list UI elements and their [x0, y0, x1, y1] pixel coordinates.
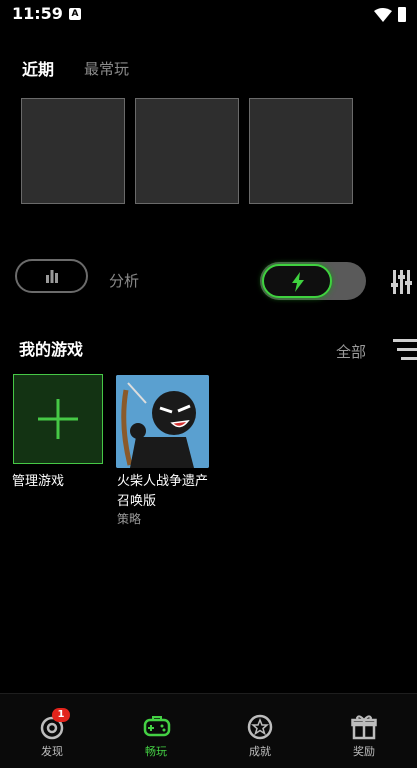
gamepad-icon — [143, 716, 171, 737]
recent-game-slot[interactable] — [21, 98, 125, 204]
manage-games-button[interactable] — [13, 374, 103, 464]
tab-recent[interactable]: 近期 — [22, 56, 54, 80]
nav-item-rewards[interactable]: 奖励 — [312, 694, 416, 768]
boost-toggle[interactable] — [260, 262, 366, 300]
nav-item-play[interactable]: 畅玩 — [104, 694, 208, 768]
recent-game-slot[interactable] — [135, 98, 239, 204]
game-title[interactable]: 火柴人战争遗产召唤版 — [117, 472, 217, 512]
nav-item-achievements[interactable]: 成就 — [208, 694, 312, 768]
list-menu-icon[interactable] — [393, 338, 417, 362]
nav-label-rewards: 奖励 — [353, 745, 375, 758]
notification-icon: A — [69, 8, 81, 20]
nav-label-discover: 发现 — [41, 745, 63, 758]
my-games-title: 我的游戏 — [19, 340, 84, 359]
game-genre: 策略 — [117, 512, 142, 526]
boost-toggle-knob — [262, 264, 332, 298]
filter-all-button[interactable]: 全部 — [336, 341, 366, 362]
notification-badge: 1 — [52, 708, 70, 722]
bottom-navigation: 1 发现 畅玩 成就 奖励 — [0, 693, 417, 768]
game-thumbnail[interactable] — [116, 375, 209, 468]
analysis-label: 分析 — [109, 272, 140, 290]
achievement-star-icon — [247, 714, 273, 740]
tab-frequent[interactable]: 最常玩 — [84, 58, 129, 79]
plus-icon — [38, 399, 78, 439]
nav-label-play: 畅玩 — [145, 745, 167, 758]
stickman-game-art — [116, 375, 209, 468]
lightning-icon — [292, 272, 304, 292]
recent-game-slot[interactable] — [249, 98, 353, 204]
manage-games-label: 管理游戏 — [12, 474, 65, 489]
status-bar: 11:59 A — [0, 0, 417, 30]
nav-label-achievements: 成就 — [249, 745, 271, 758]
gift-icon — [351, 715, 377, 740]
analysis-button[interactable] — [15, 259, 88, 293]
bar-chart-icon — [46, 270, 58, 283]
wifi-icon — [374, 8, 392, 22]
nav-item-discover[interactable]: 1 发现 — [0, 694, 104, 768]
battery-icon — [398, 7, 406, 22]
status-time: 11:59 — [12, 4, 63, 23]
sliders-icon[interactable] — [391, 268, 417, 296]
